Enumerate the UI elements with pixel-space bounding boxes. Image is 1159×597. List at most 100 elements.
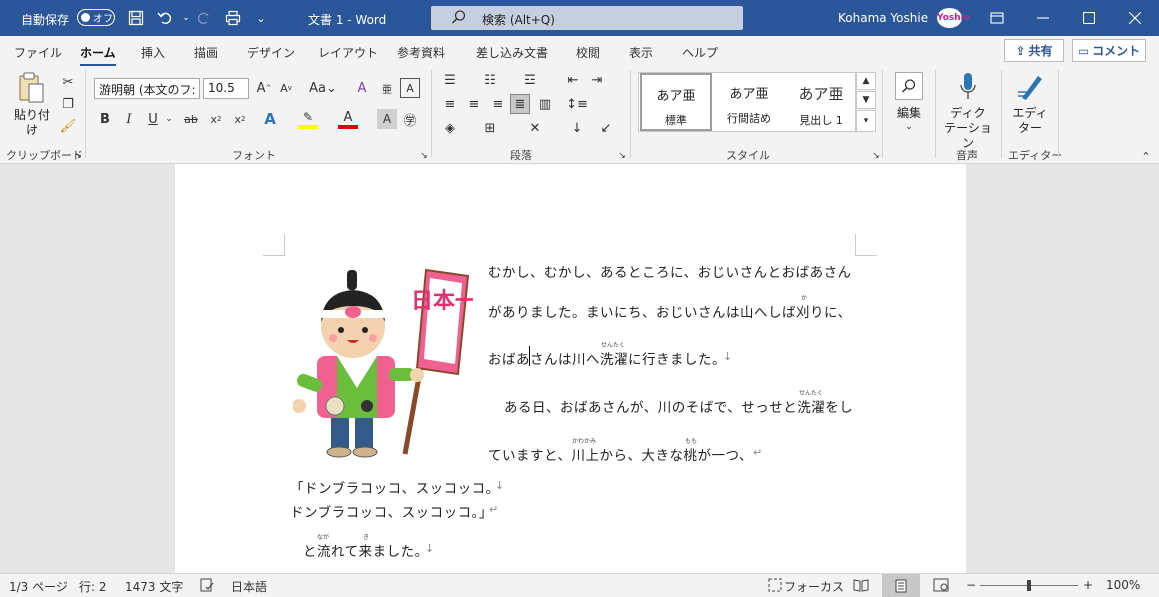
paste-button[interactable]: 貼り付け ⌄ — [12, 72, 52, 137]
character-shading-icon[interactable]: A — [377, 109, 397, 129]
autosave-toggle[interactable]: オフ — [77, 9, 115, 26]
redo-icon[interactable] — [195, 9, 213, 27]
style-normal[interactable]: あア亜 標準 — [640, 73, 712, 131]
grow-font-icon[interactable]: A ^ — [254, 78, 274, 98]
align-right-icon[interactable]: ≡ — [488, 94, 508, 114]
undo-dropdown-icon[interactable]: ⌄ — [177, 9, 195, 27]
word-count[interactable]: 1473 文字 — [125, 578, 183, 595]
highlight-icon[interactable]: ✎ — [298, 109, 318, 129]
tab-file[interactable]: ファイル — [14, 44, 62, 61]
copy-icon[interactable]: ❐ — [58, 94, 78, 114]
document-page[interactable]: 日本一 むかし、むかし、あるところに、おじいさんとおばあさん がありました。まい… — [175, 164, 966, 573]
print-layout-icon[interactable] — [882, 574, 920, 597]
line-spacing-icon[interactable]: ↕≡ — [566, 94, 588, 114]
underline-dropdown-icon[interactable]: ⌄ — [159, 109, 179, 129]
tab-insert[interactable]: 挿入 — [141, 44, 165, 61]
user-name[interactable]: Kohama Yoshie — [838, 11, 928, 25]
subscript-icon[interactable]: x2 — [206, 109, 226, 129]
font-color-icon[interactable]: A — [338, 109, 358, 129]
text-line: ドンブラコッコ、スッコッコ。」 — [290, 505, 493, 521]
line-number[interactable]: 行: 2 — [79, 578, 107, 595]
language-indicator[interactable]: 日本語 — [231, 578, 267, 595]
save-icon[interactable] — [127, 9, 145, 27]
customize-toolbar-icon[interactable]: ⌄ — [252, 9, 270, 27]
change-case-icon[interactable]: Aa⌄ — [308, 78, 338, 98]
justify-icon[interactable]: ≣ — [510, 94, 530, 114]
document-title: 文書 1 - Word — [308, 13, 387, 27]
tab-help[interactable]: ヘルプ — [682, 44, 718, 61]
undo-icon[interactable] — [156, 9, 174, 27]
multilevel-list-icon[interactable]: ☲ — [520, 70, 540, 90]
shading-icon[interactable]: ◈ — [440, 118, 460, 138]
strikethrough-icon[interactable]: ab — [181, 109, 201, 129]
asian-layout-icon[interactable]: ✕ — [525, 118, 545, 138]
comments-button[interactable]: ▭ コメント — [1072, 39, 1146, 62]
character-border-icon[interactable]: A — [400, 78, 420, 98]
bold-icon[interactable]: B — [95, 109, 115, 129]
minimize-icon[interactable] — [1020, 0, 1066, 36]
distributed-icon[interactable]: ▥ — [535, 94, 555, 114]
styles-scroll-down-icon[interactable]: ▼ — [856, 91, 876, 109]
tab-design[interactable]: デザイン — [247, 44, 295, 61]
editor-button[interactable]: エディ ター — [1008, 70, 1052, 138]
styles-group-label: スタイル — [726, 149, 770, 162]
decrease-indent-icon[interactable]: ⇤ — [563, 70, 583, 90]
tab-view[interactable]: 表示 — [629, 44, 653, 61]
zoom-slider-thumb[interactable] — [1027, 580, 1031, 591]
tab-mailings[interactable]: 差し込み文書 — [476, 44, 548, 61]
web-layout-icon[interactable] — [933, 578, 949, 595]
zoom-out-icon[interactable]: − — [966, 578, 976, 592]
show-marks-icon[interactable]: ↙ — [596, 118, 616, 138]
align-center-icon[interactable]: ≡ — [464, 94, 484, 114]
clear-formatting-icon[interactable]: A — [352, 78, 372, 98]
style-heading-1[interactable]: あア亜 見出し 1 — [785, 73, 857, 131]
cut-icon[interactable]: ✂ — [58, 72, 78, 92]
shrink-font-icon[interactable]: Av — [276, 78, 296, 98]
collapse-ribbon-icon[interactable]: ⌃ — [1136, 146, 1156, 166]
styles-launcher-icon[interactable]: ↘ — [866, 146, 886, 166]
borders-icon[interactable]: ⊞ — [480, 118, 500, 138]
editing-button[interactable]: 編集 ⌄ — [891, 70, 927, 138]
zoom-in-icon[interactable]: + — [1083, 578, 1093, 592]
tab-home[interactable]: ホーム — [80, 44, 116, 67]
paragraph-launcher-icon[interactable]: ↘ — [612, 146, 632, 166]
tab-review[interactable]: 校閲 — [576, 44, 600, 61]
superscript-icon[interactable]: x2 — [230, 109, 250, 129]
proofing-icon[interactable] — [200, 578, 214, 595]
editor-pen-icon — [1018, 76, 1042, 100]
styles-more-icon[interactable]: ▾ — [856, 110, 876, 132]
page-count[interactable]: 1/3 ページ — [9, 578, 68, 595]
ribbon-display-options-icon[interactable] — [974, 0, 1020, 36]
format-painter-icon[interactable]: 🖌 — [58, 116, 78, 136]
tab-references[interactable]: 参考資料 — [397, 44, 445, 61]
align-left-icon[interactable]: ≡ — [440, 94, 460, 114]
tab-draw[interactable]: 描画 — [194, 44, 218, 61]
font-size-combo[interactable]: 10.5 — [203, 78, 249, 99]
text-effects-icon[interactable]: A — [260, 109, 280, 129]
search-placeholder: 検索 (Alt+Q) — [482, 13, 555, 27]
zoom-level[interactable]: 100% — [1106, 578, 1140, 592]
bullets-icon[interactable]: ☰ — [440, 70, 460, 90]
styles-scroll-up-icon[interactable]: ▲ — [856, 72, 876, 90]
read-mode-icon[interactable] — [853, 578, 869, 595]
quick-print-icon[interactable] — [224, 9, 242, 27]
close-icon[interactable] — [1112, 0, 1158, 36]
enclose-characters-icon[interactable]: ㊫ — [400, 109, 420, 129]
dictate-button[interactable]: ディク テーション — [940, 70, 996, 150]
search-box[interactable]: 検索 (Alt+Q) — [431, 6, 743, 30]
font-name-combo[interactable]: 游明朝 (本文のフ: — [94, 78, 200, 99]
numbering-icon[interactable]: ☷ — [480, 70, 500, 90]
phonetic-guide-icon[interactable]: 亜 — [377, 78, 397, 98]
increase-indent-icon[interactable]: ⇥ — [587, 70, 607, 90]
avatar[interactable]: Yoshie — [937, 8, 970, 28]
separator — [630, 70, 631, 158]
maximize-icon[interactable] — [1066, 0, 1112, 36]
share-button[interactable]: ⇪ 共有 — [1004, 39, 1064, 62]
tab-layout[interactable]: レイアウト — [318, 44, 378, 61]
ruby-text: かわかみ — [572, 438, 597, 445]
style-no-spacing[interactable]: あア亜 行間詰め — [713, 73, 785, 131]
focus-icon[interactable] — [768, 578, 782, 595]
focus-mode-label[interactable]: フォーカス — [784, 578, 844, 595]
italic-icon[interactable]: I — [119, 109, 139, 129]
sort-icon[interactable]: ↓ — [567, 118, 587, 138]
